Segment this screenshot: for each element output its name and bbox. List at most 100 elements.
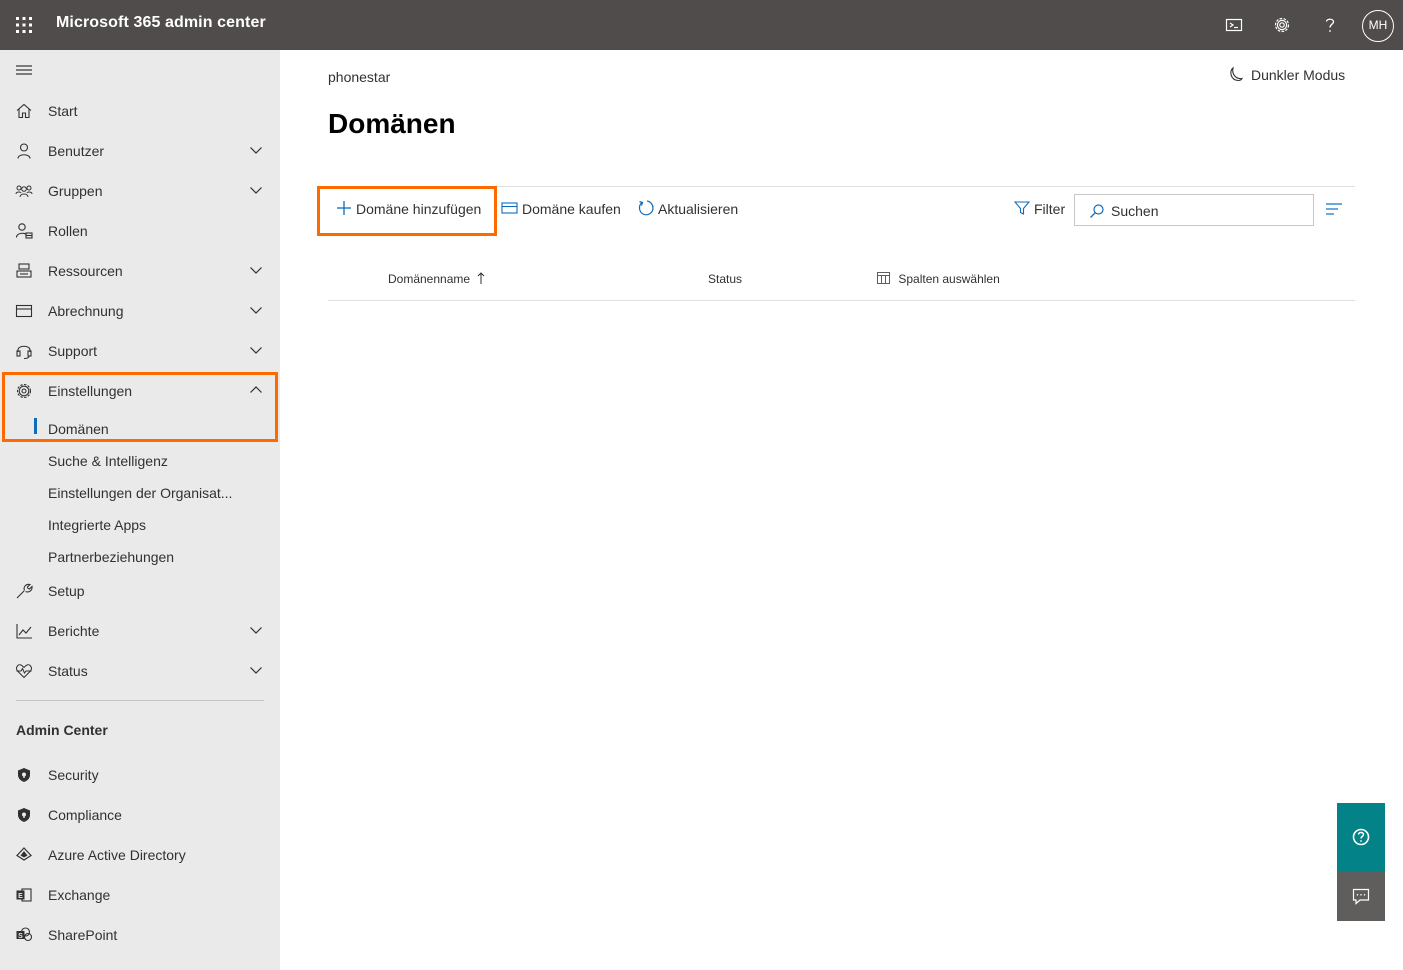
app-title[interactable]: Microsoft 365 admin center <box>56 14 266 32</box>
sidebar-item-label: Ressourcen <box>48 263 123 279</box>
tenant-name: phonestar <box>328 69 391 85</box>
sidebar-item-exchange[interactable]: E Exchange <box>0 875 280 915</box>
waffle-icon[interactable] <box>14 15 34 35</box>
sidebar-item-sharepoint[interactable]: S SharePoint <box>0 915 280 955</box>
roles-icon <box>15 222 33 240</box>
add-domain-label: Domäne hinzufügen <box>356 201 482 217</box>
sidebar-item-label: Status <box>48 663 88 679</box>
help-fab-button[interactable] <box>1337 803 1385 871</box>
sidebar-item-label: Benutzer <box>48 143 105 159</box>
chevron-down-icon <box>249 625 263 635</box>
column-header-status[interactable]: Status <box>708 272 742 286</box>
svg-text:E: E <box>18 893 23 900</box>
sidebar-item-users[interactable]: Benutzer <box>0 131 280 171</box>
columns-icon <box>877 272 890 284</box>
home-icon <box>15 102 33 120</box>
sidebar-subitem-label: Suche & Intelligenz <box>48 453 168 469</box>
sidebar-subitem-label: Einstellungen der Organisat... <box>48 485 233 501</box>
sidebar-item-setup[interactable]: Setup <box>0 571 280 611</box>
sidebar-item-label: Abrechnung <box>48 303 124 319</box>
sidebar-item-label: Gruppen <box>48 183 103 199</box>
buy-domain-button[interactable]: Domäne kaufen <box>501 198 625 218</box>
terminal-icon[interactable] <box>1222 13 1246 37</box>
column-header-domain-name[interactable]: Domänenname <box>388 272 485 286</box>
sidebar-item-roles[interactable]: Rollen <box>0 211 280 251</box>
gear-icon[interactable] <box>1270 13 1294 37</box>
sidebar-item-status[interactable]: Status <box>0 651 280 691</box>
add-domain-button[interactable]: Domäne hinzufügen <box>336 198 488 218</box>
sidebar-subitem-org-settings[interactable]: Einstellungen der Organisat... <box>0 477 280 509</box>
sidebar-item-label: Einstellungen <box>48 383 133 399</box>
feedback-fab-button[interactable] <box>1337 871 1385 921</box>
sidebar-subitem-label: Domänen <box>48 421 109 437</box>
plus-icon <box>337 201 351 215</box>
chevron-down-icon <box>249 305 263 315</box>
avatar[interactable]: MH <box>1362 10 1394 42</box>
chevron-down-icon <box>249 665 263 675</box>
filter-button[interactable]: Filter <box>1014 198 1068 218</box>
search-icon <box>1090 204 1104 218</box>
sidebar-item-start[interactable]: Start <box>0 91 280 131</box>
sidebar-item-label: SharePoint <box>48 927 118 943</box>
chat-feedback-icon <box>1352 888 1370 905</box>
dark-mode-label: Dunkler Modus <box>1251 67 1346 83</box>
shield-icon <box>15 766 33 784</box>
page-title: Domänen <box>328 108 456 139</box>
sidebar-item-label: Setup <box>48 583 85 599</box>
sidebar-item-reports[interactable]: Berichte <box>0 611 280 651</box>
sidebar-item-compliance[interactable]: Compliance <box>0 795 280 835</box>
sidebar-item-label: Security <box>48 767 99 783</box>
exchange-icon: E <box>15 886 33 904</box>
sidebar-item-groups[interactable]: Gruppen <box>0 171 280 211</box>
azure-ad-icon <box>15 846 33 864</box>
sidebar-subitem-label: Integrierte Apps <box>48 517 147 533</box>
sidebar-item-label: Exchange <box>48 887 111 903</box>
sidebar-subitem-domains[interactable]: Domänen <box>0 413 280 445</box>
main-content: phonestar Dunkler Modus Domänen Domäne h… <box>280 50 1403 970</box>
choose-columns-button[interactable]: Spalten auswählen <box>877 272 1000 286</box>
sidebar-item-support[interactable]: Support <box>0 331 280 371</box>
billing-icon <box>15 302 33 320</box>
search-input[interactable] <box>1111 199 1307 223</box>
sidebar-item-label: Berichte <box>48 623 100 639</box>
sidebar-item-azure-ad[interactable]: Azure Active Directory <box>0 835 280 875</box>
sort-ascending-icon <box>477 272 485 285</box>
command-bar-divider <box>328 186 1355 187</box>
refresh-label: Aktualisieren <box>658 201 739 217</box>
moon-icon <box>1230 66 1243 82</box>
sidebar-item-label: Rollen <box>48 223 88 239</box>
help-circle-icon <box>1352 828 1370 846</box>
hamburger-menu-icon[interactable] <box>14 63 34 79</box>
buy-domain-label: Domäne kaufen <box>522 201 621 217</box>
chevron-down-icon <box>249 145 263 155</box>
wrench-icon <box>15 582 33 600</box>
sidebar-item-settings[interactable]: Einstellungen <box>0 371 280 411</box>
sidebar-item-security[interactable]: Security <box>0 755 280 795</box>
sidebar-subitem-integrated-apps[interactable]: Integrierte Apps <box>0 509 280 541</box>
sidebar-item-resources[interactable]: Ressourcen <box>0 251 280 291</box>
headset-icon <box>15 342 33 360</box>
chevron-down-icon <box>249 345 263 355</box>
selected-indicator <box>34 418 37 434</box>
refresh-icon <box>638 200 654 216</box>
sidebar-item-label: Compliance <box>48 807 122 823</box>
refresh-button[interactable]: Aktualisieren <box>637 198 743 218</box>
sidebar-divider <box>16 700 264 701</box>
top-bar: Microsoft 365 admin center MH <box>0 0 1403 50</box>
sidebar: Start Benutzer Gruppen Rollen Ressourcen <box>0 50 280 970</box>
sidebar-subitem-label: Partnerbeziehungen <box>48 549 175 565</box>
sidebar-subitem-search-intelligence[interactable]: Suche & Intelligenz <box>0 445 280 477</box>
sidebar-item-billing[interactable]: Abrechnung <box>0 291 280 331</box>
sidebar-item-label: Support <box>48 343 98 359</box>
user-icon <box>15 142 33 160</box>
sidebar-item-label: Azure Active Directory <box>48 847 186 863</box>
view-options-icon[interactable] <box>1326 202 1342 216</box>
filter-label: Filter <box>1034 201 1066 217</box>
sidebar-item-label: Start <box>48 103 78 119</box>
admin-centers-title: Admin Center <box>16 722 108 738</box>
search-box[interactable] <box>1074 194 1314 226</box>
help-icon[interactable] <box>1318 13 1342 37</box>
heart-pulse-icon <box>15 662 33 680</box>
filter-icon <box>1014 201 1030 215</box>
sidebar-subitem-partner-relationships[interactable]: Partnerbeziehungen <box>0 541 280 573</box>
